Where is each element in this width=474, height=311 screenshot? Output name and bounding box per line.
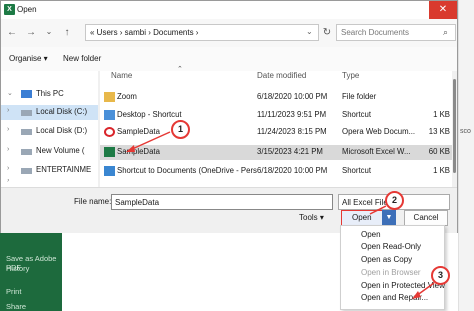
arrow-2 [369, 205, 387, 215]
callout-2: 2 [385, 191, 404, 210]
callout-1: 1 [171, 120, 190, 139]
annotation-arrows [126, 131, 435, 299]
arrowhead-3 [412, 291, 421, 299]
arrow-1 [129, 131, 171, 151]
callout-3: 3 [431, 266, 450, 285]
screen: Save as Adobe PDF History Print Share sc… [0, 0, 474, 311]
arrowhead-1 [126, 145, 135, 152]
